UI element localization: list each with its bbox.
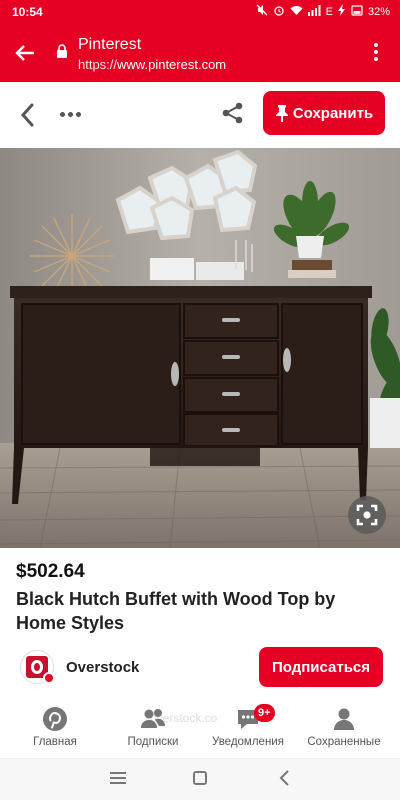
source-avatar[interactable]: [20, 650, 55, 684]
alarm-icon: [273, 4, 285, 19]
buffet-photo: [0, 148, 400, 548]
lock-icon: [56, 44, 68, 58]
scan-icon: [356, 504, 378, 526]
pushpin-icon: [275, 105, 288, 122]
status-icons: E 32%: [256, 4, 390, 19]
tab-saved[interactable]: Сохраненные: [299, 706, 389, 756]
recent-apps-icon[interactable]: [110, 772, 126, 786]
save-button[interactable]: Сохранить: [263, 91, 385, 135]
visual-search-button[interactable]: [348, 496, 386, 534]
browser-menu-icon[interactable]: [364, 40, 388, 66]
browser-back-icon[interactable]: [10, 38, 40, 68]
url-host: www.pinterest.com: [117, 57, 227, 72]
signal-icon: [307, 4, 321, 19]
system-back-icon[interactable]: [278, 769, 292, 787]
follow-button[interactable]: Подписаться: [259, 647, 383, 687]
tab-notifications-label: Уведомления: [212, 736, 284, 748]
notification-badge: 9+: [254, 704, 275, 722]
battery-icon: [351, 4, 363, 19]
more-options-icon[interactable]: [60, 104, 88, 124]
tab-following-label: Подписки: [127, 736, 179, 748]
tab-notifications[interactable]: Уведомления: [203, 706, 293, 756]
browser-bar: Pinterest https://www.pinterest.com: [0, 24, 400, 82]
tab-saved-label: Сохраненные: [307, 736, 381, 748]
charging-icon: [337, 4, 346, 19]
save-button-label: Сохранить: [292, 104, 374, 122]
tab-following[interactable]: Подписки: [108, 706, 198, 756]
url-prefix: https://: [78, 57, 118, 72]
people-icon: [140, 706, 166, 732]
browser-url[interactable]: https://www.pinterest.com: [78, 57, 226, 72]
share-icon[interactable]: [220, 100, 246, 126]
status-bar: 10:54 E 32%: [0, 0, 400, 24]
home-icon[interactable]: [193, 771, 207, 785]
bottom-tab-bar: overstock.co Главная Подписки Уведомлени…: [0, 700, 400, 758]
pin-image[interactable]: [0, 148, 400, 548]
wifi-icon: [290, 5, 303, 19]
source-name[interactable]: Overstock: [66, 659, 139, 676]
tab-home-label: Главная: [33, 736, 77, 748]
network-type: E: [325, 5, 333, 18]
tab-home[interactable]: Главная: [10, 706, 100, 756]
pin-price: $502.64: [16, 561, 85, 582]
pinterest-logo-icon: [42, 706, 68, 732]
verified-dot-icon: [43, 672, 55, 684]
pin-toolbar: Сохранить: [0, 82, 400, 148]
person-icon: [331, 706, 357, 732]
browser-title: Pinterest: [78, 36, 142, 53]
pin-back-icon[interactable]: [16, 100, 40, 130]
status-time: 10:54: [12, 5, 43, 19]
mute-icon: [256, 4, 268, 19]
battery-level: 32%: [367, 5, 390, 18]
system-nav-bar: [0, 758, 400, 800]
pin-title: Black Hutch Buffet with Wood Top by Home…: [16, 589, 336, 633]
